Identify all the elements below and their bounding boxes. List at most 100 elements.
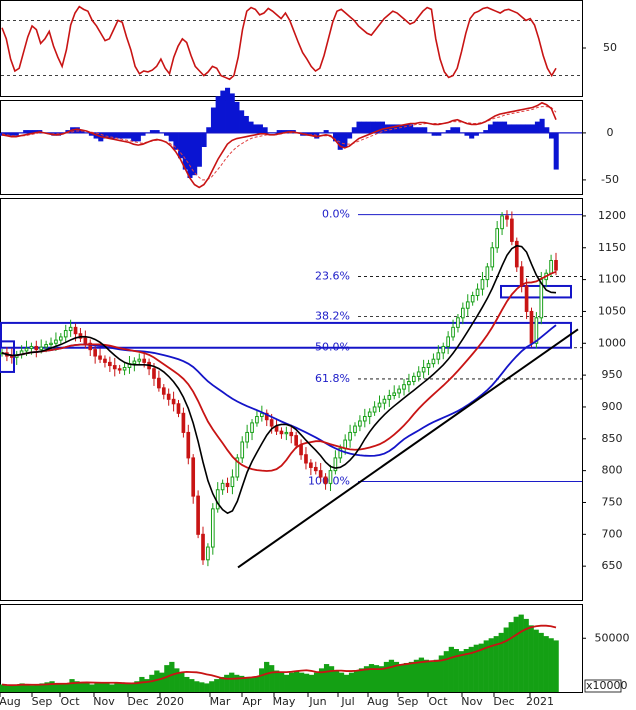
volume-bar	[289, 672, 295, 692]
x-tick-label: May	[273, 695, 296, 708]
volume-bar	[109, 684, 115, 692]
macd-histogram-bar	[262, 127, 268, 133]
price-tick-label: 750	[602, 495, 623, 508]
candle-body	[495, 228, 500, 249]
candle-body	[220, 482, 225, 491]
candle-body	[392, 392, 397, 396]
candle-body	[353, 425, 357, 433]
x-tick-label: Oct	[60, 695, 80, 708]
macd-histogram-bar	[234, 101, 240, 133]
macd-tick-label: -50	[601, 173, 619, 186]
candle-body	[554, 259, 558, 271]
macd-histogram-bar	[121, 132, 127, 139]
candle-body	[157, 377, 161, 389]
volume-bar	[338, 672, 345, 692]
macd-histogram-bar	[248, 121, 254, 133]
volume-bar	[463, 649, 469, 692]
volume-bar	[114, 683, 120, 692]
volume-bar	[79, 682, 85, 692]
candle-body	[387, 394, 392, 400]
volume-bar	[0, 684, 5, 692]
volume-bar	[9, 685, 15, 692]
volume-bar	[149, 674, 155, 692]
x-tick-label: Aug	[367, 695, 388, 708]
x-tick-label: Nov	[93, 695, 115, 708]
candle-body	[191, 457, 196, 497]
candle-body	[210, 508, 215, 548]
candle-body	[117, 368, 122, 371]
volume-bar	[24, 684, 30, 692]
candle-body	[196, 495, 200, 535]
candle-body	[407, 380, 411, 386]
candle-body	[461, 307, 465, 319]
volume-bar	[513, 616, 519, 692]
volume-bar	[503, 627, 509, 692]
volume-bar	[528, 625, 534, 692]
macd-tick-label: 0	[607, 126, 614, 139]
macd-histogram-bar	[356, 121, 362, 133]
macd-histogram-bar	[516, 124, 522, 133]
volume-bar	[543, 636, 549, 692]
candle-body	[230, 476, 235, 488]
panel-frame-2	[0, 100, 583, 195]
candle-body	[240, 441, 245, 459]
candle-body	[54, 339, 58, 344]
macd-histogram-bar	[365, 121, 371, 133]
candle-body	[137, 358, 142, 362]
candle-body	[201, 533, 205, 561]
x-tick-label: Sep	[398, 695, 419, 708]
fib-label: 0.0%	[322, 208, 350, 221]
candle-body	[122, 366, 127, 371]
candle-body	[416, 371, 421, 377]
volume-bar	[59, 684, 65, 692]
fib-label: 38.2%	[315, 310, 350, 323]
volume-bar	[298, 672, 305, 692]
panel-frame-1	[0, 0, 583, 97]
price-tick-label: 850	[602, 432, 623, 445]
price-tick-label: 1100	[598, 273, 626, 286]
candle-body	[431, 358, 436, 365]
macd-histogram-bar	[502, 121, 508, 133]
volume-bar	[538, 632, 544, 692]
candle-body	[367, 411, 372, 418]
candle-body	[284, 431, 289, 435]
candle-body	[382, 398, 387, 404]
candle-body	[456, 317, 460, 328]
macd-histogram-bar	[497, 121, 503, 133]
candle-body	[524, 285, 529, 312]
candle-body	[362, 416, 367, 422]
volume-bar	[174, 668, 180, 692]
macd-histogram-bar	[539, 118, 545, 133]
macd-histogram-bar	[117, 132, 123, 139]
volume-bar	[358, 668, 365, 692]
x-tick-label: Mar	[210, 695, 231, 708]
macd-histogram-bar	[492, 121, 498, 133]
candle-body	[171, 398, 176, 405]
candle-body	[73, 326, 78, 335]
macd-histogram-bar	[253, 124, 259, 133]
x-tick-label: Dec	[127, 695, 148, 708]
macd-histogram-bar	[187, 132, 193, 179]
stoch-tick-label: 50	[603, 41, 617, 54]
fib-label: 23.6%	[315, 269, 350, 282]
volume-bar	[199, 682, 205, 692]
volume-bar	[553, 640, 559, 692]
candle-body	[186, 431, 191, 459]
volume-bar	[533, 629, 539, 692]
candle-body	[313, 466, 318, 472]
candle-body	[397, 388, 401, 394]
candle-body	[294, 435, 298, 446]
fib-label: 61.8%	[315, 372, 350, 385]
macd-histogram-bar	[520, 124, 526, 133]
volume-bar	[403, 662, 410, 692]
candle-body	[142, 358, 147, 363]
candle-body	[465, 301, 470, 309]
candle-body	[470, 295, 475, 303]
macd-histogram-bar	[417, 127, 423, 133]
candle-body	[63, 330, 68, 338]
volume-bar	[323, 664, 330, 692]
volume-bar	[383, 661, 390, 692]
volume-bar	[84, 683, 90, 692]
candle-body	[225, 482, 230, 488]
macd-histogram-bar	[168, 132, 174, 142]
